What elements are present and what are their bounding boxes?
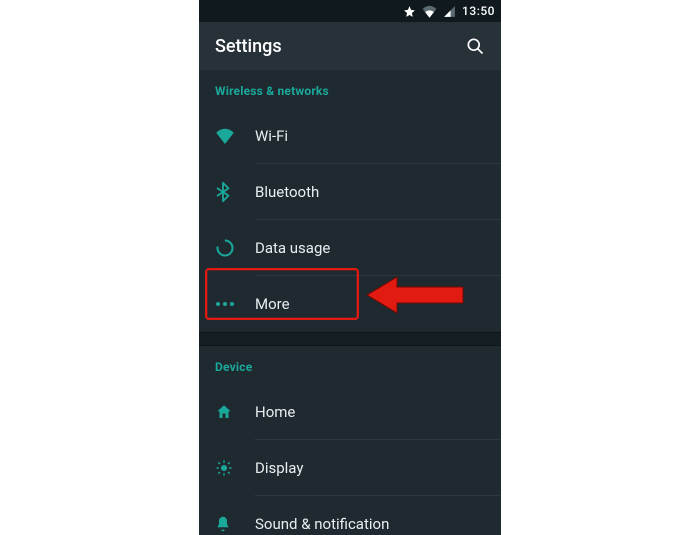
row-home[interactable]: Home <box>199 384 501 440</box>
star-icon <box>403 5 416 18</box>
row-sound[interactable]: Sound & notification <box>199 496 501 535</box>
app-bar: Settings <box>199 22 501 70</box>
row-label: Sound & notification <box>255 515 389 533</box>
section-divider <box>199 332 501 346</box>
bluetooth-icon <box>215 182 255 202</box>
page-title: Settings <box>215 36 282 57</box>
row-more[interactable]: More <box>199 276 501 332</box>
clock-text: 13:50 <box>462 4 495 18</box>
row-label: More <box>255 295 290 313</box>
display-icon <box>215 459 255 477</box>
section-header-wireless: Wireless & networks <box>199 70 501 108</box>
row-wifi[interactable]: Wi-Fi <box>199 108 501 164</box>
data-usage-icon <box>215 238 255 258</box>
cell-signal-icon <box>443 5 456 18</box>
row-label: Bluetooth <box>255 183 319 201</box>
wifi-icon <box>422 5 437 18</box>
section-header-device: Device <box>199 346 501 384</box>
row-bluetooth[interactable]: Bluetooth <box>199 164 501 220</box>
row-label: Data usage <box>255 239 330 257</box>
search-icon[interactable] <box>465 36 485 56</box>
row-label: Home <box>255 403 295 421</box>
phone-frame: 13:50 Settings Wireless & networks Wi-Fi… <box>199 0 501 535</box>
list-device: Home Display Sound & notification <box>199 384 501 535</box>
row-data-usage[interactable]: Data usage <box>199 220 501 276</box>
more-horizontal-icon <box>215 301 255 307</box>
row-display[interactable]: Display <box>199 440 501 496</box>
home-icon <box>215 403 255 421</box>
wifi-icon <box>215 128 255 144</box>
status-bar: 13:50 <box>199 0 501 22</box>
row-label: Display <box>255 459 303 477</box>
bell-icon <box>215 515 255 533</box>
list-wireless: Wi-Fi Bluetooth Data usage More <box>199 108 501 332</box>
row-label: Wi-Fi <box>255 127 288 145</box>
